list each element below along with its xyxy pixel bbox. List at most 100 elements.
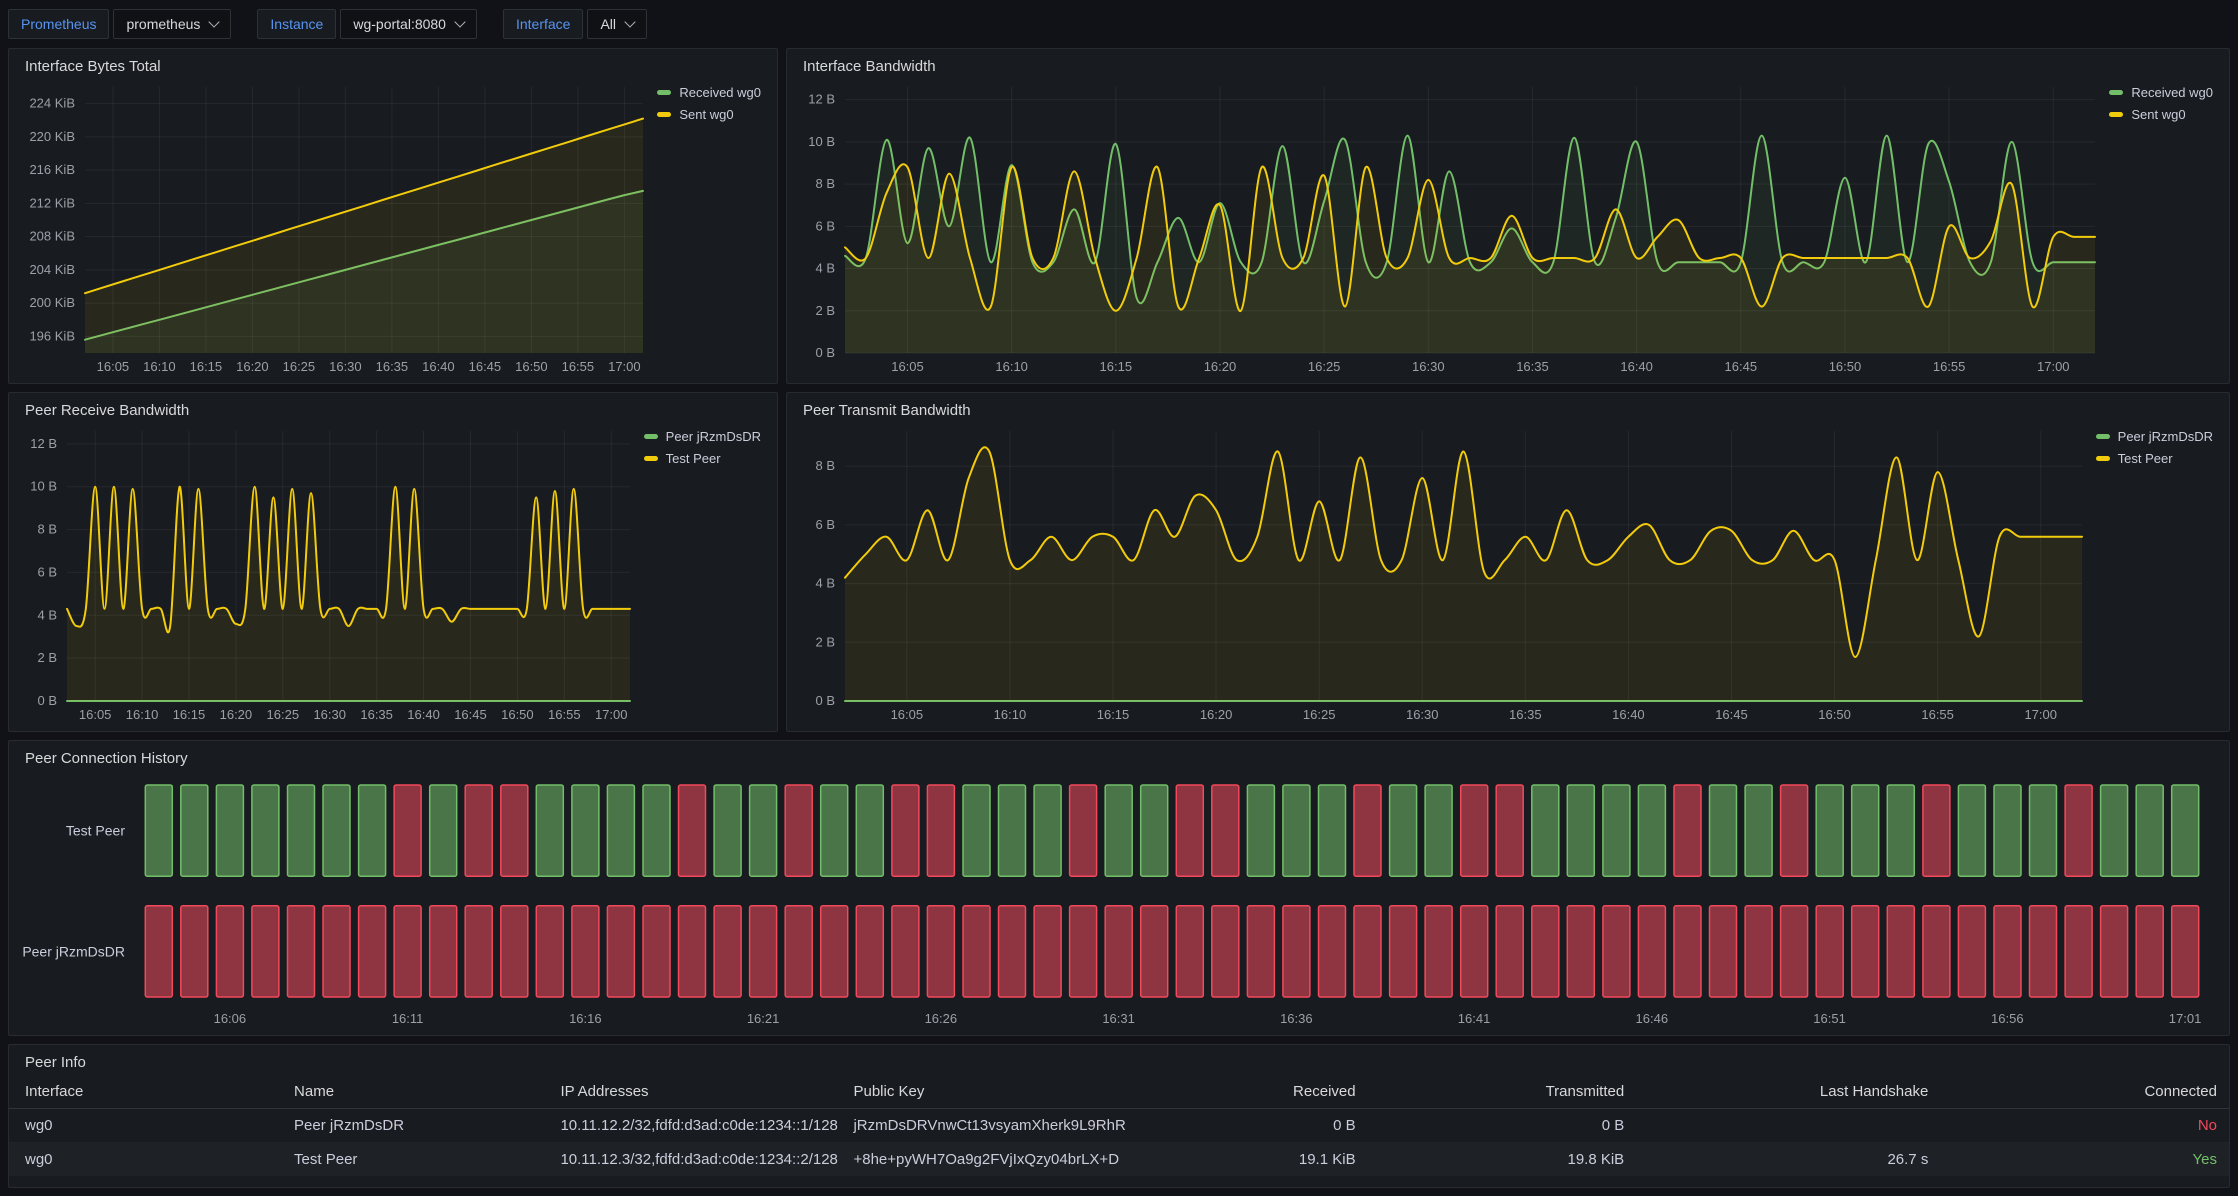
svg-text:200 KiB: 200 KiB (29, 295, 75, 310)
panel-title[interactable]: Peer Transmit Bandwidth (787, 393, 2229, 421)
legend-item[interactable]: Peer jRzmDsDR (2096, 429, 2213, 444)
svg-text:16:10: 16:10 (126, 707, 159, 722)
panel-title[interactable]: Peer Connection History (9, 741, 2229, 769)
svg-text:16:15: 16:15 (190, 359, 223, 374)
table-cell (1636, 1109, 1940, 1143)
svg-text:16:05: 16:05 (97, 359, 130, 374)
row-4: Peer Info InterfaceNameIP AddressesPubli… (8, 1044, 2230, 1188)
legend-label: Received wg0 (679, 85, 761, 100)
svg-text:16:05: 16:05 (891, 707, 924, 722)
chevron-down-icon (624, 16, 635, 27)
var-interface-label[interactable]: Interface (503, 9, 583, 39)
table-cell: jRzmDsDRVnwCt13vsyamXherk9L9RhR (841, 1109, 1130, 1143)
legend-item[interactable]: Test Peer (644, 451, 761, 466)
table-cell: 10.11.12.2/32,fdfd:d3ad:c0de:1234::1/128 (548, 1109, 841, 1143)
svg-text:16:51: 16:51 (1813, 1011, 1846, 1026)
var-prometheus-label[interactable]: Prometheus (8, 9, 109, 39)
panel-title[interactable]: Interface Bytes Total (9, 49, 777, 77)
var-instance-label[interactable]: Instance (257, 9, 336, 39)
series-color-swatch (644, 456, 658, 461)
panel-peer-info: Peer Info InterfaceNameIP AddressesPubli… (8, 1044, 2230, 1188)
panel-title[interactable]: Peer Info (9, 1045, 2229, 1073)
panel-title[interactable]: Peer Receive Bandwidth (9, 393, 777, 421)
svg-text:16:55: 16:55 (562, 359, 595, 374)
svg-text:17:00: 17:00 (608, 359, 641, 374)
peer-transmit-chart[interactable]: 0 B2 B4 B6 B8 B16:0516:1016:1516:2016:25… (799, 421, 2086, 727)
svg-text:16:40: 16:40 (1612, 707, 1645, 722)
interface-bytes-chart[interactable]: 196 KiB200 KiB204 KiB208 KiB212 KiB216 K… (21, 77, 647, 379)
legend-item[interactable]: Received wg0 (2109, 85, 2213, 100)
column-header[interactable]: Connected (1940, 1075, 2229, 1109)
svg-text:16:10: 16:10 (994, 707, 1027, 722)
panel-title[interactable]: Interface Bandwidth (787, 49, 2229, 77)
legend-label: Test Peer (666, 451, 721, 466)
column-header[interactable]: Name (282, 1075, 548, 1109)
svg-text:16:20: 16:20 (1204, 359, 1237, 374)
var-prometheus-value: prometheus (126, 16, 200, 32)
connection-history-timeline[interactable]: Test PeerPeer jRzmDsDR16:0616:1116:1616:… (21, 769, 2217, 1031)
legend-item[interactable]: Received wg0 (657, 85, 761, 100)
series-color-swatch (657, 90, 671, 95)
chart-svg: 0 B2 B4 B6 B8 B16:0516:1016:1516:2016:25… (799, 421, 2086, 727)
svg-text:16:35: 16:35 (360, 707, 393, 722)
table-cell: wg0 (9, 1109, 282, 1143)
peer-receive-chart[interactable]: 0 B2 B4 B6 B8 B10 B12 B16:0516:1016:1516… (21, 421, 634, 727)
svg-text:4 B: 4 B (815, 261, 835, 276)
legend-label: Sent wg0 (679, 107, 733, 122)
svg-text:16:35: 16:35 (1516, 359, 1549, 374)
legend-label: Test Peer (2118, 451, 2173, 466)
table-cell: 19.1 KiB (1130, 1143, 1368, 1177)
column-header[interactable]: Received (1130, 1075, 1368, 1109)
var-prometheus-select[interactable]: prometheus (113, 9, 231, 39)
svg-text:17:00: 17:00 (2037, 359, 2070, 374)
svg-text:16:55: 16:55 (548, 707, 581, 722)
series-color-swatch (2096, 434, 2110, 439)
panel-peer-connection-history: Peer Connection History Test PeerPeer jR… (8, 740, 2230, 1036)
svg-text:16:55: 16:55 (1933, 359, 1966, 374)
svg-text:0 B: 0 B (37, 693, 57, 708)
series-color-swatch (644, 434, 658, 439)
svg-text:16:20: 16:20 (220, 707, 253, 722)
column-header[interactable]: Last Handshake (1636, 1075, 1940, 1109)
svg-text:196 KiB: 196 KiB (29, 328, 75, 343)
panel-interface-bytes-total: Interface Bytes Total 196 KiB200 KiB204 … (8, 48, 778, 384)
legend-item[interactable]: Sent wg0 (2109, 107, 2213, 122)
svg-text:16:45: 16:45 (454, 707, 487, 722)
svg-text:16:06: 16:06 (214, 1011, 247, 1026)
svg-text:8 B: 8 B (815, 458, 835, 473)
svg-text:16:11: 16:11 (392, 1011, 424, 1026)
svg-text:16:55: 16:55 (1921, 707, 1954, 722)
var-interface-select[interactable]: All (587, 9, 647, 39)
interface-bandwidth-chart[interactable]: 0 B2 B4 B6 B8 B10 B12 B16:0516:1016:1516… (799, 77, 2099, 379)
legend-item[interactable]: Sent wg0 (657, 107, 761, 122)
chart-svg: 0 B2 B4 B6 B8 B10 B12 B16:0516:1016:1516… (799, 77, 2099, 379)
column-header[interactable]: IP Addresses (548, 1075, 841, 1109)
svg-text:16:10: 16:10 (143, 359, 176, 374)
var-instance-select[interactable]: wg-portal:8080 (340, 9, 477, 39)
row-2: Peer Receive Bandwidth 0 B2 B4 B6 B8 B10… (8, 392, 2230, 732)
chevron-down-icon (454, 16, 465, 27)
svg-text:4 B: 4 B (815, 576, 835, 591)
table-cell: 10.11.12.3/32,fdfd:d3ad:c0de:1234::2/128 (548, 1143, 841, 1177)
legend: Peer jRzmDsDR Test Peer (2086, 421, 2217, 727)
svg-text:0 B: 0 B (815, 693, 835, 708)
svg-text:16:36: 16:36 (1280, 1011, 1313, 1026)
dashboard: Prometheus prometheus Instance wg-portal… (0, 0, 2238, 1196)
legend-item[interactable]: Test Peer (2096, 451, 2213, 466)
column-header[interactable]: Interface (9, 1075, 282, 1109)
svg-text:8 B: 8 B (815, 176, 835, 191)
svg-text:16:10: 16:10 (995, 359, 1028, 374)
svg-text:212 KiB: 212 KiB (29, 195, 75, 210)
table-cell: 0 B (1130, 1109, 1368, 1143)
column-header[interactable]: Transmitted (1368, 1075, 1637, 1109)
column-header[interactable]: Public Key (841, 1075, 1130, 1109)
svg-text:16:50: 16:50 (501, 707, 534, 722)
peer-info-table-body: wg0Peer jRzmDsDR10.11.12.2/32,fdfd:d3ad:… (9, 1109, 2229, 1177)
var-instance: Instance wg-portal:8080 (257, 9, 477, 39)
panel-peer-transmit-bandwidth: Peer Transmit Bandwidth 0 B2 B4 B6 B8 B1… (786, 392, 2230, 732)
row-1: Interface Bytes Total 196 KiB200 KiB204 … (8, 48, 2230, 384)
legend: Received wg0 Sent wg0 (2099, 77, 2217, 379)
legend-item[interactable]: Peer jRzmDsDR (644, 429, 761, 444)
svg-text:216 KiB: 216 KiB (29, 162, 75, 177)
series-color-swatch (2109, 112, 2123, 117)
